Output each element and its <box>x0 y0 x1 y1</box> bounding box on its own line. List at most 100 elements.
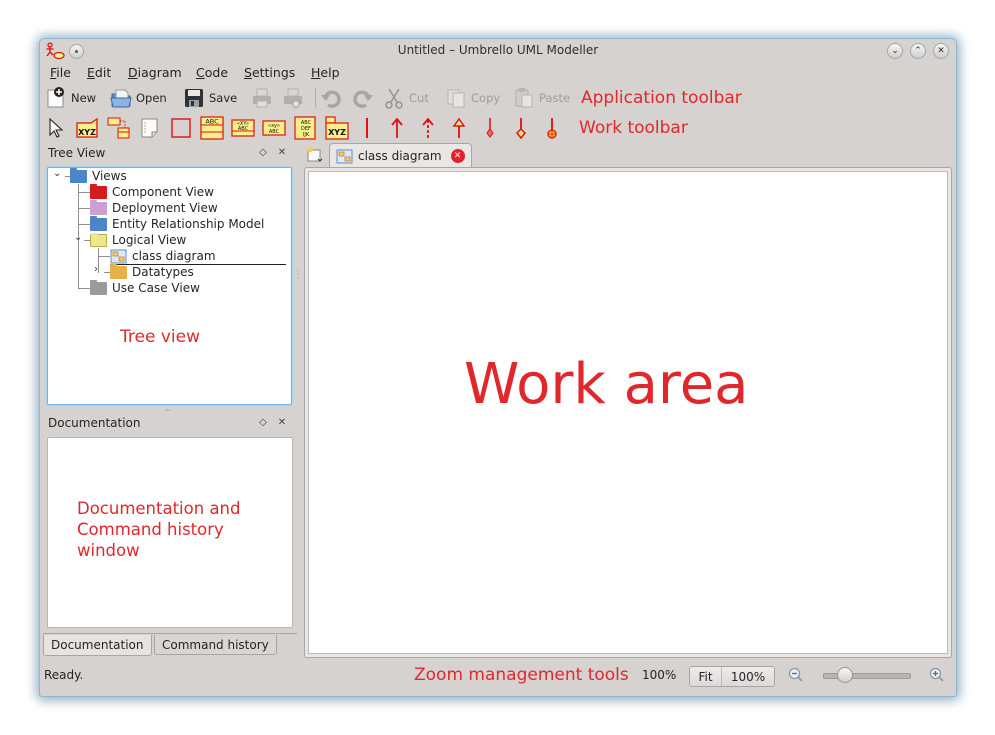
work-toolbar: XYZ ABC «XY» ABC «xy» ABC ABC DEF IJK XY… <box>40 114 956 142</box>
float-dock-icon[interactable]: ◇ <box>257 417 269 429</box>
containment-tool-icon[interactable] <box>545 117 559 139</box>
datatypes-folder-icon <box>110 263 127 279</box>
expand-chevron-icon[interactable]: ⌄ <box>74 232 82 243</box>
annotation-work-area: Work area <box>464 352 749 417</box>
close-tab-icon[interactable]: ✕ <box>450 149 465 163</box>
tree-item-component-view[interactable]: Component View <box>90 183 214 200</box>
menu-diagram[interactable]: Diagram <box>128 65 182 80</box>
copy-icon <box>447 89 465 108</box>
new-diagram-tab-icon[interactable] <box>306 147 324 163</box>
object-tool-icon[interactable]: XYZ <box>76 117 100 139</box>
copy-button[interactable]: Copy <box>445 86 500 110</box>
deployment-folder-icon <box>90 199 107 215</box>
cut-button[interactable]: Cut <box>383 86 429 110</box>
tab-class-diagram[interactable]: class diagram ✕ <box>329 143 472 168</box>
tree-item-class-diagram[interactable]: class diagram <box>110 248 286 265</box>
interface-tool-icon[interactable]: «XY» ABC <box>231 119 255 137</box>
anchor-tool-icon[interactable] <box>360 117 374 139</box>
maximize-icon[interactable]: ⌃ <box>910 43 926 59</box>
tree-item-use-case-view[interactable]: Use Case View <box>90 279 200 296</box>
zoom-slider-thumb[interactable] <box>837 667 853 683</box>
annotation-documentation: Documentation and Command history window <box>77 499 241 560</box>
tree-view-title: Tree View <box>48 146 106 160</box>
class-diagram-icon <box>110 249 127 263</box>
close-icon[interactable]: ✕ <box>933 43 949 59</box>
tree-view-panel[interactable]: ⌄ Views Component View Deployment View E… <box>47 167 292 405</box>
tree-line <box>78 192 90 193</box>
zoom-out-icon[interactable] <box>788 667 804 683</box>
open-button[interactable]: Open <box>110 86 167 110</box>
menu-edit[interactable]: Edit <box>87 65 111 80</box>
dock-splitter-handle[interactable]: ··· <box>165 406 171 415</box>
print-preview-icon <box>284 88 302 108</box>
expand-arrow-icon[interactable]: › <box>94 264 98 275</box>
window-title: Untitled – Umbrello UML Modeller <box>397 43 599 57</box>
annotation-application-toolbar: Application toolbar <box>581 88 742 108</box>
tab-documentation[interactable]: Documentation <box>43 635 152 656</box>
select-arrow-icon[interactable] <box>46 117 66 139</box>
menu-help[interactable]: Help <box>311 65 340 80</box>
annotation-tree-view: Tree view <box>120 327 200 347</box>
zoom-in-icon[interactable] <box>929 667 945 683</box>
tree-line <box>98 248 99 273</box>
redo-icon <box>353 90 373 108</box>
minimize-icon[interactable]: ⌄ <box>887 43 903 59</box>
class-diagram-icon <box>336 149 353 163</box>
print-button[interactable] <box>251 86 273 110</box>
tree-item-views[interactable]: Views <box>70 167 127 184</box>
dependency-tool-icon[interactable] <box>390 117 404 139</box>
annotation-zoom: Zoom management tools <box>414 665 629 685</box>
menu-settings[interactable]: Settings <box>244 65 295 80</box>
component-folder-icon <box>90 183 107 199</box>
menu-bar: File Edit Diagram Code Settings Help <box>40 63 956 83</box>
floppy-disk-icon <box>185 89 203 107</box>
redo-button[interactable] <box>352 86 374 110</box>
float-dock-icon[interactable]: ◇ <box>257 147 269 159</box>
save-button[interactable]: Save <box>183 86 237 110</box>
generalization-tool-icon[interactable] <box>452 117 466 139</box>
zoom-100-button[interactable]: 100% <box>722 667 774 686</box>
annotation-work-toolbar: Work toolbar <box>579 118 688 138</box>
logical-folder-icon <box>90 232 107 247</box>
svg-text:ABC: ABC <box>269 129 280 135</box>
enum-tool-icon[interactable]: ABC DEF IJK <box>294 116 316 140</box>
views-folder-icon <box>70 167 87 183</box>
menu-file[interactable]: File <box>50 65 71 80</box>
realization-tool-icon[interactable] <box>421 117 435 139</box>
class-tool-icon[interactable]: ABC <box>200 116 224 140</box>
package-tool-icon[interactable]: XYZ <box>325 116 349 140</box>
new-document-icon <box>47 87 64 108</box>
tree-item-datatypes[interactable]: Datatypes <box>110 263 194 280</box>
svg-text:XYZ: XYZ <box>328 128 346 137</box>
menu-code[interactable]: Code <box>196 65 228 80</box>
undo-button[interactable] <box>320 86 342 110</box>
zoom-buttons: Fit 100% <box>689 666 775 687</box>
instance-tool-icon[interactable] <box>107 116 131 140</box>
diagram-canvas[interactable]: Work area <box>308 171 948 654</box>
close-dock-icon[interactable]: ✕ <box>276 417 288 429</box>
entity-folder-icon <box>90 215 107 231</box>
tree-item-entity-relationship-model[interactable]: Entity Relationship Model <box>90 215 264 232</box>
association-tool-icon[interactable] <box>483 117 497 139</box>
note-tool-icon[interactable] <box>139 117 161 139</box>
expand-chevron-icon[interactable]: ⌄ <box>53 168 61 179</box>
title-bar[interactable]: Untitled – Umbrello UML Modeller ⌄ ⌃ ✕ <box>40 39 956 63</box>
documentation-textarea[interactable]: Documentation and Command history window <box>47 437 293 628</box>
box-tool-icon[interactable] <box>170 117 192 139</box>
aggregation-tool-icon[interactable] <box>514 117 528 139</box>
print-icon <box>253 88 271 108</box>
print-preview-button[interactable] <box>282 86 304 110</box>
scissors-icon <box>385 88 403 109</box>
datatype-tool-icon[interactable]: «xy» ABC <box>262 120 286 136</box>
tree-item-deployment-view[interactable]: Deployment View <box>90 199 218 216</box>
open-folder-icon <box>110 89 132 108</box>
tree-line <box>78 208 90 209</box>
close-dock-icon[interactable]: ✕ <box>276 147 288 159</box>
splitter-handle[interactable]: · · · <box>297 268 300 283</box>
new-button[interactable]: New <box>45 86 96 110</box>
fit-button[interactable]: Fit <box>690 667 722 686</box>
tab-command-history[interactable]: Command history <box>154 635 277 655</box>
tree-item-logical-view[interactable]: Logical View <box>90 232 186 248</box>
paste-button[interactable]: Paste <box>513 86 570 110</box>
umbrello-window: Untitled – Umbrello UML Modeller ⌄ ⌃ ✕ F… <box>40 39 956 696</box>
